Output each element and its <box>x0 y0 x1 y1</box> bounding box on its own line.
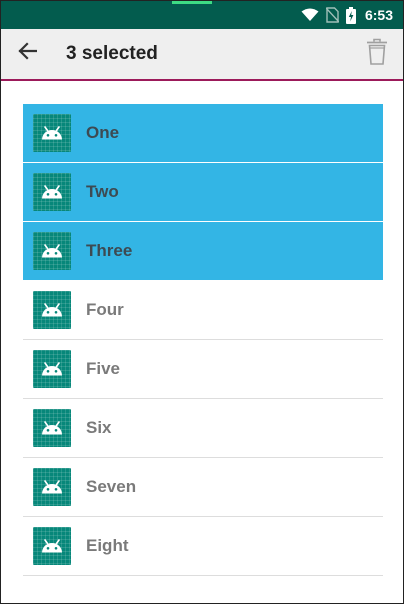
list-item-label: Eight <box>86 536 129 555</box>
list-item-one[interactable]: One <box>23 104 383 163</box>
list-item-label: Six <box>86 418 112 437</box>
android-icon <box>33 291 71 329</box>
list-item-label: Four <box>86 300 124 319</box>
status-accent-line <box>172 1 212 4</box>
android-icon <box>33 173 71 211</box>
battery-charging-icon <box>345 6 356 24</box>
list-item-three[interactable]: Three <box>23 222 383 281</box>
arrow-left-icon <box>17 41 38 65</box>
status-bar: 6:53 <box>1 1 403 29</box>
delete-button[interactable] <box>361 37 393 71</box>
list-item-label: Seven <box>86 477 137 496</box>
status-icons: 6:53 <box>301 1 393 29</box>
action-bar: 3 selected <box>1 29 403 81</box>
list-item-seven[interactable]: Seven <box>23 458 383 517</box>
android-icon <box>33 350 71 388</box>
list-item-label: Two <box>86 182 119 201</box>
wifi-icon <box>301 8 319 22</box>
list-item-label: Three <box>86 241 133 260</box>
app-frame: 6:53 3 selected One Two Three Four Five … <box>0 0 404 604</box>
selection-count-title: 3 selected <box>66 43 158 64</box>
back-button[interactable] <box>9 35 45 71</box>
item-list: One Two Three Four Five Six Seven Eight <box>23 104 383 576</box>
list-item-label: One <box>86 123 120 142</box>
list-item-eight[interactable]: Eight <box>23 517 383 576</box>
no-sim-icon <box>325 7 339 23</box>
android-icon <box>33 114 71 152</box>
status-time: 6:53 <box>364 7 393 23</box>
android-icon <box>33 468 71 506</box>
list-item-six[interactable]: Six <box>23 399 383 458</box>
list-item-label: Five <box>86 359 121 378</box>
trash-icon <box>366 38 388 71</box>
android-icon <box>33 232 71 270</box>
android-icon <box>33 527 71 565</box>
list-item-four[interactable]: Four <box>23 281 383 340</box>
android-icon <box>33 409 71 447</box>
list-item-two[interactable]: Two <box>23 163 383 222</box>
list-item-five[interactable]: Five <box>23 340 383 399</box>
